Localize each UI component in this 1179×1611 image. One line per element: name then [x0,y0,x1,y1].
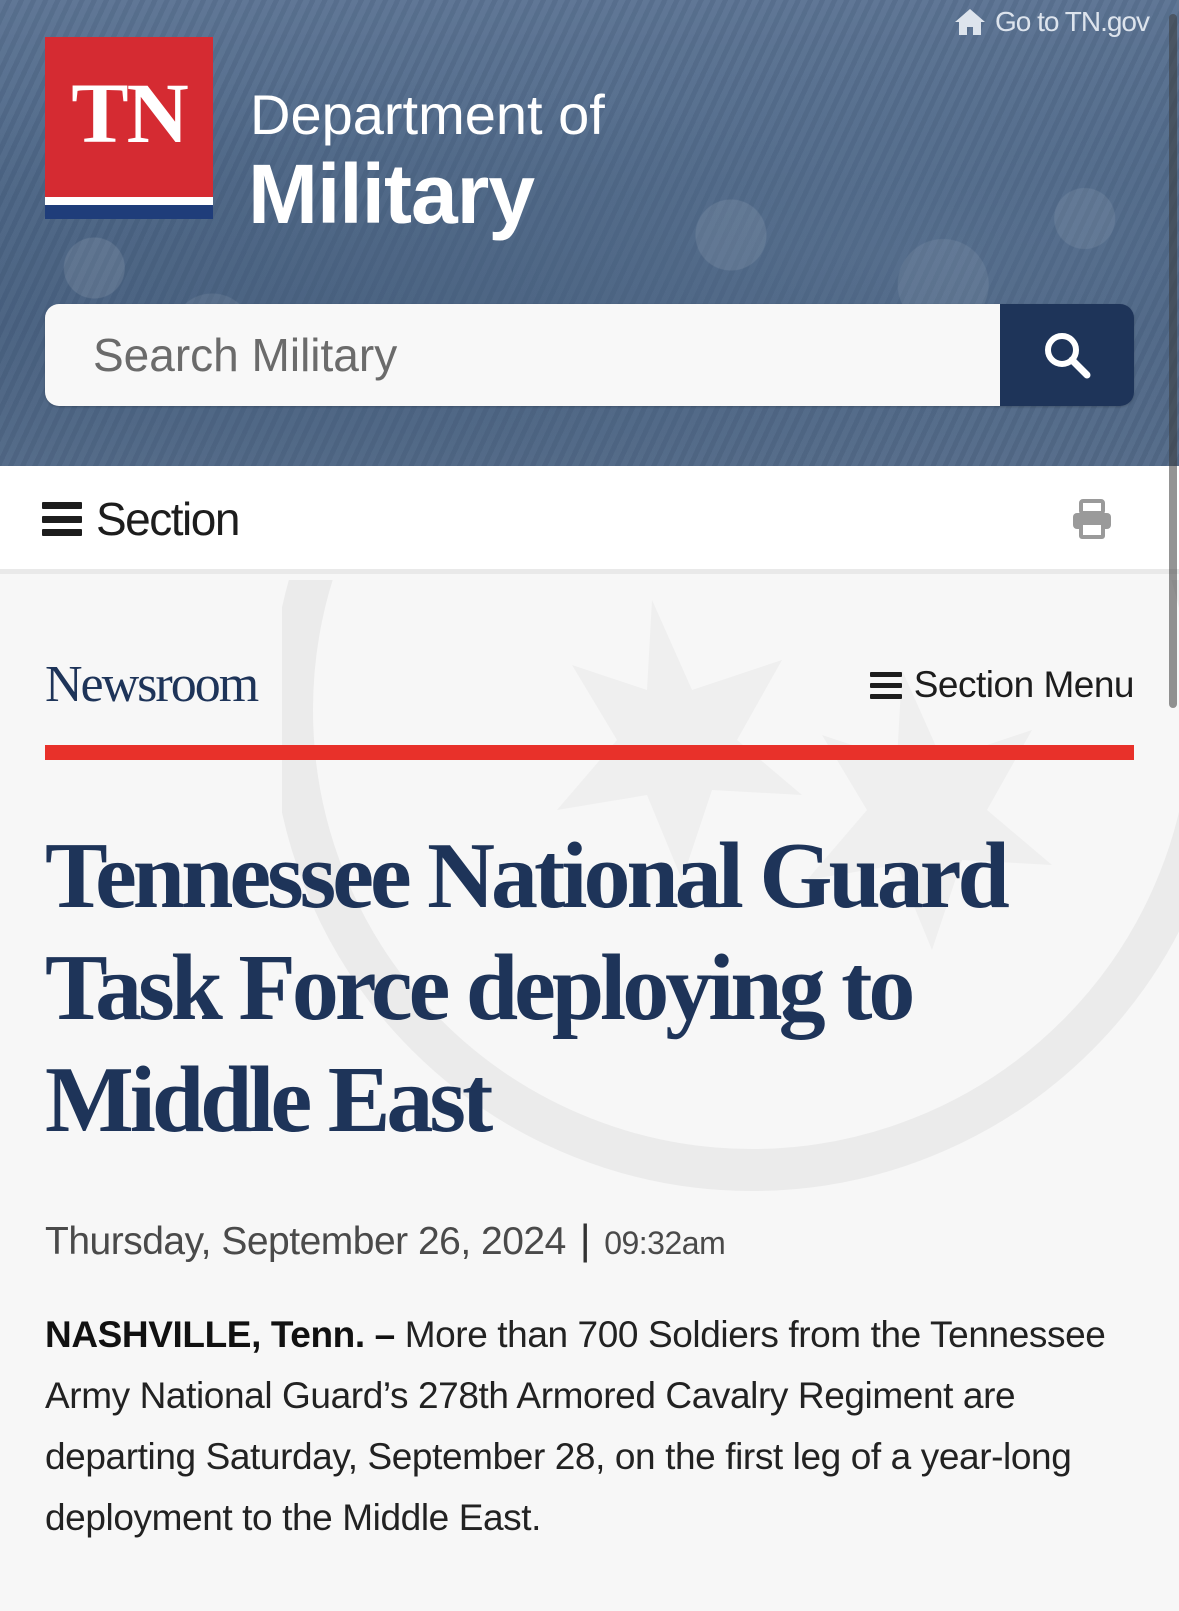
department-title-line2: Military [248,147,535,241]
tn-logo-mark: TN [45,37,213,197]
search-input[interactable] [45,304,1000,406]
article-dateline: Thursday, September 26, 2024 | 09:32am [45,1216,726,1264]
section-bar: Section [0,466,1179,574]
print-icon[interactable] [1071,499,1113,539]
section-toggle-label: Section [96,493,240,545]
article-date: Thursday, September 26, 2024 [45,1220,566,1263]
tn-logo[interactable]: TN [45,37,213,223]
home-icon [954,9,985,35]
section-menu-label: Section Menu [913,664,1135,705]
section-divider [45,745,1134,760]
go-to-tn-gov-label: Go to TN.gov [994,6,1150,37]
search-icon [1045,333,1091,379]
tn-logo-stripe-white [45,197,213,205]
article-headline: Tennessee National Guard Task Force depl… [45,824,1010,1152]
go-to-tn-gov-link[interactable]: Go to TN.gov [953,6,1150,38]
article-time: 09:32am [604,1225,726,1261]
section-toggle-button[interactable]: Section [42,492,240,546]
page-scrollbar[interactable] [1169,14,1177,708]
dateline-separator: | [579,1216,591,1263]
section-menu-button[interactable]: Section Menu [869,664,1135,706]
hamburger-icon [869,671,902,699]
search-bar [45,304,1134,406]
hamburger-icon [42,502,82,536]
newsroom-title[interactable]: Newsroom [45,655,259,714]
tn-logo-stripe-blue [45,205,213,219]
site-header: Go to TN.gov TN Department of Military [0,0,1179,466]
article-lead-paragraph: NASHVILLE, Tenn. – More than 700 Soldier… [45,1304,1155,1548]
department-title-line1: Department of [250,83,605,146]
article-lead-dateline: NASHVILLE, Tenn. – [45,1314,395,1355]
search-button[interactable] [1000,304,1134,406]
